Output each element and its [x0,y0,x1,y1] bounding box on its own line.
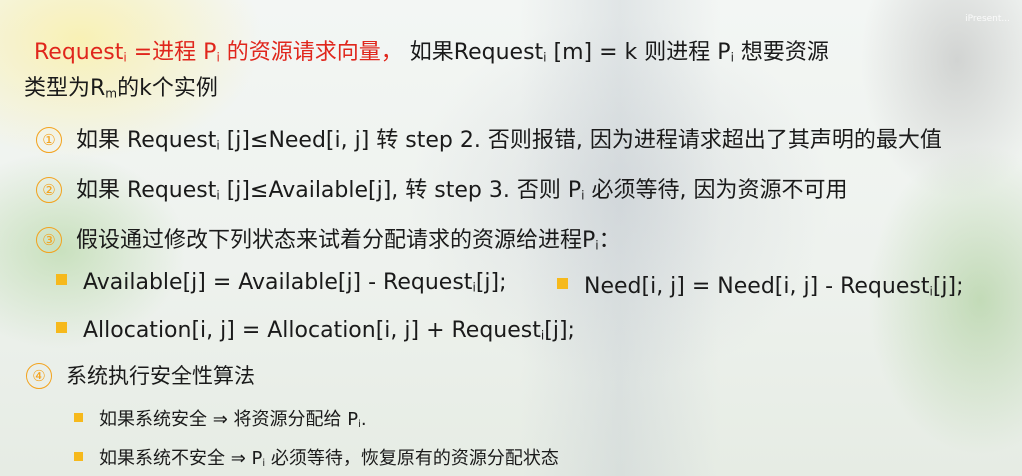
step-number-2-icon: ② [36,177,62,203]
safety-safe: 如果系统安全 ⇒ 将资源分配给 Pi. [74,405,367,431]
assign-available: Available[j] = Available[j] - Requesti[j… [56,270,507,295]
assign-need: Need[i, j] = Need[i, j] - Requesti[j]; [557,274,964,299]
step-4: ④ 系统执行安全性算法 [26,360,255,390]
watermark: iPresent... [965,14,1010,24]
bullet-square-icon [74,452,83,461]
safety-unsafe: 如果系统不安全 ⇒ Pi 必须等待，恢复原有的资源分配状态 [74,444,559,470]
title-line-2: 类型为Rm的k个实例 [24,76,218,101]
bullet-square-icon [557,278,568,289]
title-request-term: Requesti =进程 Pi 的资源请求向量， [34,40,403,65]
step-number-1-icon: ① [36,127,62,153]
bullet-square-icon [56,274,67,285]
background-illustration-detail [860,0,1022,200]
step-1: ① 如果 Requesti [j]≤Need[i, j] 转 step 2. 否则… [36,122,942,154]
step-number-4-icon: ④ [26,363,52,389]
title-condition: 如果Requesti [m] = k 则进程 Pi 想要资源 [402,40,829,65]
title-line-1: Requesti =进程 Pi 的资源请求向量， 如果Requesti [m] … [34,34,829,66]
step-3: ③ 假设通过修改下列状态来试着分配请求的资源给进程Pi： [36,222,621,254]
step-number-3-icon: ③ [36,227,62,253]
bullet-square-icon [74,413,83,422]
bullet-square-icon [56,322,67,333]
step-2: ② 如果 Requesti [j]≤Available[j], 转 step 3.… [36,172,847,204]
assign-allocation: Allocation[i, j] = Allocation[i, j] + Re… [56,318,575,343]
